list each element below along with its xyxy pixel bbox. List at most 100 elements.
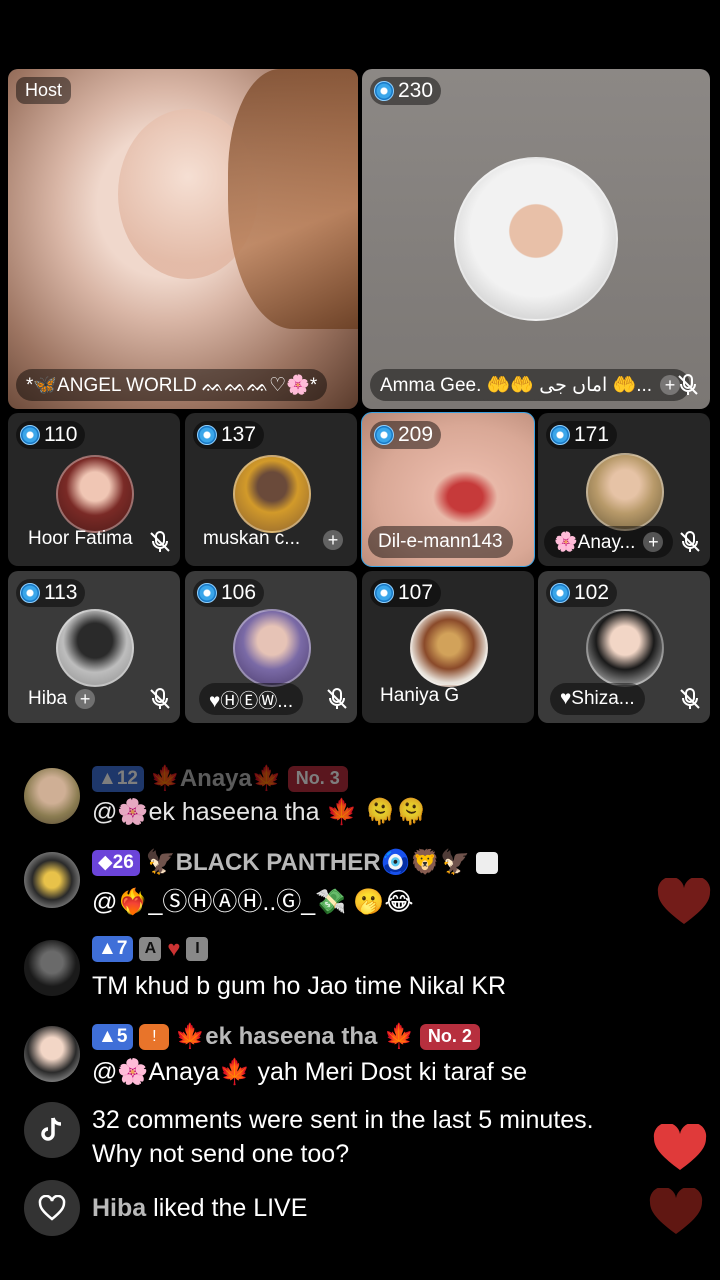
- avatar[interactable]: [410, 609, 488, 687]
- viewer-count-badge: 171: [546, 421, 618, 449]
- plus-icon[interactable]: +: [643, 532, 664, 552]
- gem-icon: [550, 425, 570, 445]
- avatar[interactable]: [24, 940, 80, 996]
- gem-icon: [197, 425, 217, 445]
- seat-name-pill[interactable]: Hiba +: [18, 683, 105, 715]
- host-name-pill[interactable]: *🦋ANGEL WORLD ᨐᨐᨐ♡🌸*: [16, 369, 328, 401]
- seat-tile[interactable]: 110 Hoor Fatima: [8, 413, 180, 566]
- comment-meta: ▲ 5 ! 🍁ek haseena tha 🍁 No. 2: [92, 1022, 480, 1051]
- seat-tile[interactable]: 106 ♥ⒽⒺⓌ...: [185, 571, 357, 723]
- gem-icon: [550, 583, 570, 603]
- viewer-count-badge: 107: [370, 579, 442, 607]
- mic-muted-icon: [678, 374, 698, 395]
- seat-name: Dil-e-mann143: [378, 531, 503, 552]
- seat-name: Hiba: [28, 688, 68, 709]
- seat-name: muskan c...: [203, 528, 301, 549]
- viewer-count-badge: 102: [546, 579, 618, 607]
- rank-badge: No. 3: [287, 765, 348, 792]
- mic-muted-icon: [680, 531, 700, 552]
- avatar[interactable]: [24, 1026, 80, 1082]
- seat-name-pill[interactable]: ♥ⒽⒺⓌ...: [199, 683, 304, 715]
- level-badge: ◆ 26: [92, 849, 140, 876]
- username[interactable]: 🍁Anaya🍁: [150, 764, 282, 793]
- comment-text: @🌸Anaya🍁 yah Meri Dost ki taraf se: [92, 1058, 527, 1086]
- viewer-count-badge: 113: [16, 579, 86, 607]
- avatar[interactable]: [24, 768, 80, 824]
- gem-icon: [374, 81, 394, 101]
- seat-tile[interactable]: 230 Amma Gee. 🤲🤲 اماں جی 🤲... +: [362, 69, 710, 409]
- gem-icon: [20, 583, 40, 603]
- floating-heart-icon: [657, 878, 711, 924]
- like-text: Hiba liked the LIVE: [92, 1194, 308, 1222]
- seat-name: Haniya G: [380, 685, 460, 706]
- comment-text: @🌸ek haseena tha 🍁 🫠🫠: [92, 798, 427, 826]
- liked-username[interactable]: Hiba: [92, 1194, 146, 1222]
- comment-meta: ◆ 26 🦅BLACK PANTHER🧿🦁🦅: [92, 848, 499, 877]
- level-badge: ▲ 7: [92, 936, 134, 962]
- tiktok-icon: [24, 1102, 80, 1158]
- host-badge: Host: [16, 77, 72, 104]
- avatar[interactable]: [454, 157, 618, 321]
- like-notice: Hiba liked the LIVE: [0, 1180, 720, 1236]
- viewer-count-badge: 137: [193, 421, 265, 449]
- gem-icon: [374, 583, 394, 603]
- chat-comment: ▲ 5 ! 🍁ek haseena tha 🍁 No. 2 @🌸Anaya🍁 y…: [0, 1022, 720, 1092]
- seat-tile[interactable]: 102 ♥Shiza...: [538, 571, 710, 723]
- mic-muted-icon: [150, 688, 170, 709]
- comment-meta: ▲ 12 🍁Anaya🍁 No. 3: [92, 764, 348, 793]
- moderator-icon: [476, 851, 499, 874]
- rank-badge: No. 2: [419, 1023, 480, 1050]
- seat-name: Hoor Fatima: [28, 528, 133, 549]
- comment-meta: ▲ 7 A ♥ I: [92, 936, 209, 962]
- mic-muted-icon: [680, 688, 700, 709]
- seat-tile[interactable]: 171 🌸Anay... +: [538, 413, 710, 566]
- username[interactable]: 🦅BLACK PANTHER🧿🦁🦅: [146, 848, 470, 877]
- viewer-count-badge: 209: [370, 421, 442, 449]
- avatar[interactable]: [586, 453, 664, 531]
- seat-tile[interactable]: 107 Haniya G: [362, 571, 534, 723]
- comment-text: TM khud b gum ho Jao time Nikal KR: [92, 972, 507, 1000]
- gem-icon: [197, 583, 217, 603]
- seat-name: 🌸Anay...: [554, 532, 636, 553]
- avatar[interactable]: [233, 455, 311, 533]
- seat-name: Amma Gee. 🤲🤲 اماں جی 🤲...: [380, 375, 653, 396]
- seat-name-pill[interactable]: ♥Shiza...: [550, 683, 645, 715]
- seat-name: ♥ⒽⒺⓌ...: [209, 690, 294, 712]
- seat-tile[interactable]: 137 muskan c... +: [185, 413, 357, 566]
- name-tag: A: [139, 937, 162, 961]
- avatar[interactable]: [586, 609, 664, 687]
- seat-name-pill[interactable]: Amma Gee. 🤲🤲 اماں جی 🤲... +: [370, 369, 690, 401]
- heart-icon: ♥: [167, 936, 181, 961]
- chat-comment: ▲ 7 A ♥ I TM khud b gum ho Jao time Nika…: [0, 936, 720, 1006]
- seat-tile[interactable]: 113 Hiba +: [8, 571, 180, 723]
- floating-heart-icon: [649, 1188, 703, 1234]
- viewer-count-badge: 230: [370, 77, 442, 105]
- level-badge: ▲ 5: [92, 1023, 134, 1050]
- host-name: *🦋ANGEL WORLD ᨐᨐᨐ♡🌸*: [26, 375, 318, 396]
- chat-comment: ▲ 12 🍁Anaya🍁 No. 3 @🌸ek haseena tha 🍁 🫠🫠: [0, 764, 720, 834]
- system-text-line1: 32 comments were sent in the last 5 minu…: [92, 1106, 594, 1134]
- username[interactable]: 🍁ek haseena tha 🍁: [175, 1022, 414, 1051]
- gem-icon: [20, 425, 40, 445]
- seat-name-pill[interactable]: 🌸Anay... +: [544, 526, 674, 558]
- chat-comment: ◆ 26 🦅BLACK PANTHER🧿🦁🦅 @❤️‍🔥_ⓈⒽⒶⒽ..Ⓖ_💸 🫢…: [0, 848, 720, 918]
- avatar[interactable]: [56, 455, 134, 533]
- comment-text: @❤️‍🔥_ⓈⒽⒶⒽ..Ⓖ_💸 🫢😂: [92, 888, 414, 916]
- plus-icon[interactable]: +: [323, 530, 343, 550]
- system-text-line2: Why not send one too?: [92, 1140, 350, 1168]
- fan-badge-icon: !: [139, 1023, 170, 1050]
- plus-icon[interactable]: +: [75, 689, 96, 709]
- level-badge: ▲ 12: [92, 765, 144, 792]
- mic-muted-icon: [150, 531, 170, 552]
- seat-name-pill[interactable]: Dil-e-mann143: [368, 526, 513, 558]
- viewer-count-badge: 106: [193, 579, 265, 607]
- seat-tile[interactable]: 209 Dil-e-mann143: [361, 412, 535, 567]
- avatar[interactable]: [56, 609, 134, 687]
- gem-icon: [374, 425, 394, 445]
- host-tile[interactable]: Host *🦋ANGEL WORLD ᨐᨐᨐ♡🌸*: [8, 69, 358, 409]
- avatar[interactable]: [24, 852, 80, 908]
- host-hair-shape: [228, 69, 358, 329]
- system-message: 32 comments were sent in the last 5 minu…: [0, 1102, 720, 1180]
- name-tag: I: [186, 937, 209, 961]
- avatar[interactable]: [233, 609, 311, 687]
